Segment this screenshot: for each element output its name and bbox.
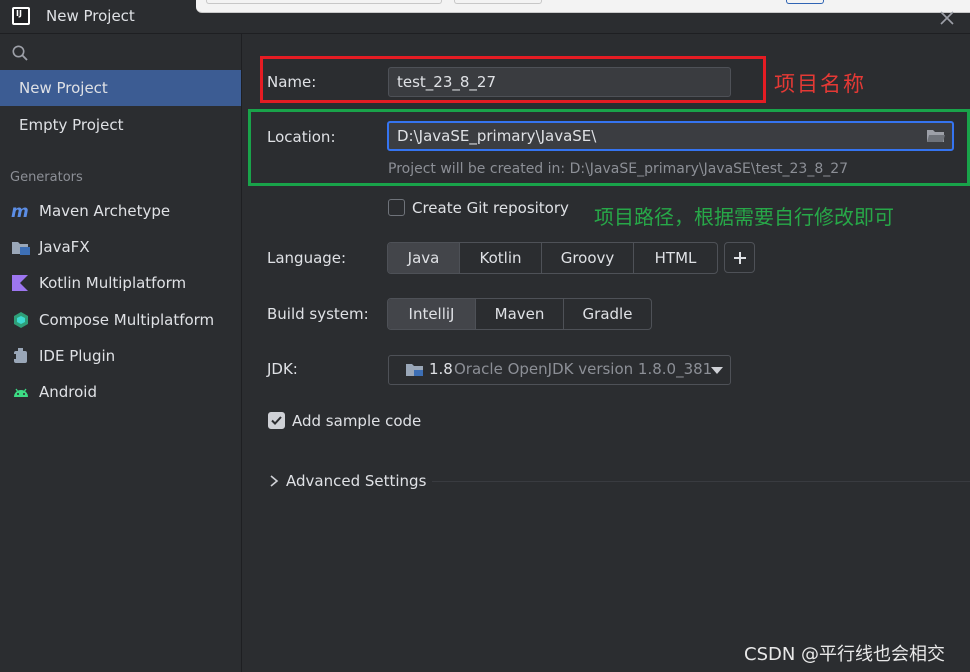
build-system-label: Build system: (267, 305, 369, 323)
name-highlight-box (260, 56, 766, 103)
plugin-icon (12, 348, 27, 363)
generator-kotlin-multiplatform[interactable]: Kotlin Multiplatform (0, 266, 241, 300)
generator-ide-plugin[interactable]: IDE Plugin (0, 339, 241, 373)
sidebar-item-label: Empty Project (19, 116, 124, 134)
javafx-icon (12, 242, 30, 255)
generator-android[interactable]: Android (0, 375, 241, 409)
svg-text:m: m (11, 202, 29, 220)
generators-heading: Generators (10, 170, 83, 185)
generator-compose-multiplatform[interactable]: Compose Multiplatform (0, 303, 241, 337)
sidebar-item-new-project[interactable]: New Project (0, 70, 241, 106)
android-icon (14, 388, 28, 397)
location-highlight-box (248, 109, 970, 186)
jdk-folder-icon (406, 364, 423, 376)
plus-icon (733, 252, 746, 264)
generator-label: JavaFX (39, 238, 90, 256)
close-icon (940, 11, 954, 25)
jdk-dropdown[interactable]: 1.8 Oracle OpenJDK version 1.8.0_381 (388, 355, 731, 385)
git-repository-checkbox[interactable] (388, 199, 405, 216)
close-button[interactable] (936, 7, 958, 29)
generator-label: Android (39, 383, 97, 401)
search-icon[interactable] (11, 44, 29, 62)
build-option-gradle[interactable]: Gradle (564, 299, 651, 329)
background-field (454, 0, 542, 4)
intellij-logo-icon (12, 7, 30, 25)
checkmark-icon (271, 416, 282, 425)
generator-label: Maven Archetype (39, 202, 171, 220)
sample-code-label: Add sample code (292, 412, 422, 430)
build-option-maven[interactable]: Maven (476, 299, 564, 329)
sidebar: New Project Empty Project Generators m M… (0, 34, 242, 672)
name-annotation: 项目名称 (774, 72, 866, 96)
background-window-strip (196, 0, 970, 13)
background-field (206, 0, 442, 4)
kotlin-icon (12, 275, 28, 291)
git-repository-label: Create Git repository (412, 199, 569, 217)
generator-javafx[interactable]: JavaFX (0, 230, 241, 264)
compose-icon (14, 312, 28, 328)
generator-label: Compose Multiplatform (39, 311, 215, 329)
sidebar-item-empty-project[interactable]: Empty Project (0, 107, 241, 143)
background-button (786, 0, 824, 4)
location-annotation: 项目路径，根据需要自行修改即可 (594, 205, 894, 229)
sidebar-item-label: New Project (19, 79, 108, 97)
sample-code-checkbox[interactable] (268, 412, 285, 429)
jdk-label: JDK: (267, 360, 298, 378)
language-option-html[interactable]: HTML (634, 243, 717, 273)
watermark: CSDN @平行线也会相交 (744, 644, 946, 665)
build-option-intellij[interactable]: IntelliJ (388, 299, 476, 329)
window-title: New Project (46, 7, 135, 25)
maven-icon: m (11, 202, 29, 220)
build-system-selector: IntelliJ Maven Gradle (387, 298, 652, 330)
add-language-button[interactable] (724, 242, 755, 273)
advanced-settings-label: Advanced Settings (286, 472, 427, 490)
advanced-settings-divider (432, 481, 970, 482)
generator-label: IDE Plugin (39, 347, 116, 365)
generator-maven-archetype[interactable]: m Maven Archetype (0, 194, 241, 228)
chevron-right-icon (270, 475, 279, 487)
language-option-kotlin[interactable]: Kotlin (460, 243, 542, 273)
jdk-description: Oracle OpenJDK version 1.8.0_381 (454, 360, 713, 378)
language-option-java[interactable]: Java (388, 243, 460, 273)
generator-label: Kotlin Multiplatform (39, 274, 187, 292)
language-selector: Java Kotlin Groovy HTML (387, 242, 718, 274)
language-option-groovy[interactable]: Groovy (542, 243, 634, 273)
language-label: Language: (267, 249, 347, 267)
jdk-version: 1.8 (429, 360, 453, 378)
chevron-down-icon (711, 367, 723, 374)
